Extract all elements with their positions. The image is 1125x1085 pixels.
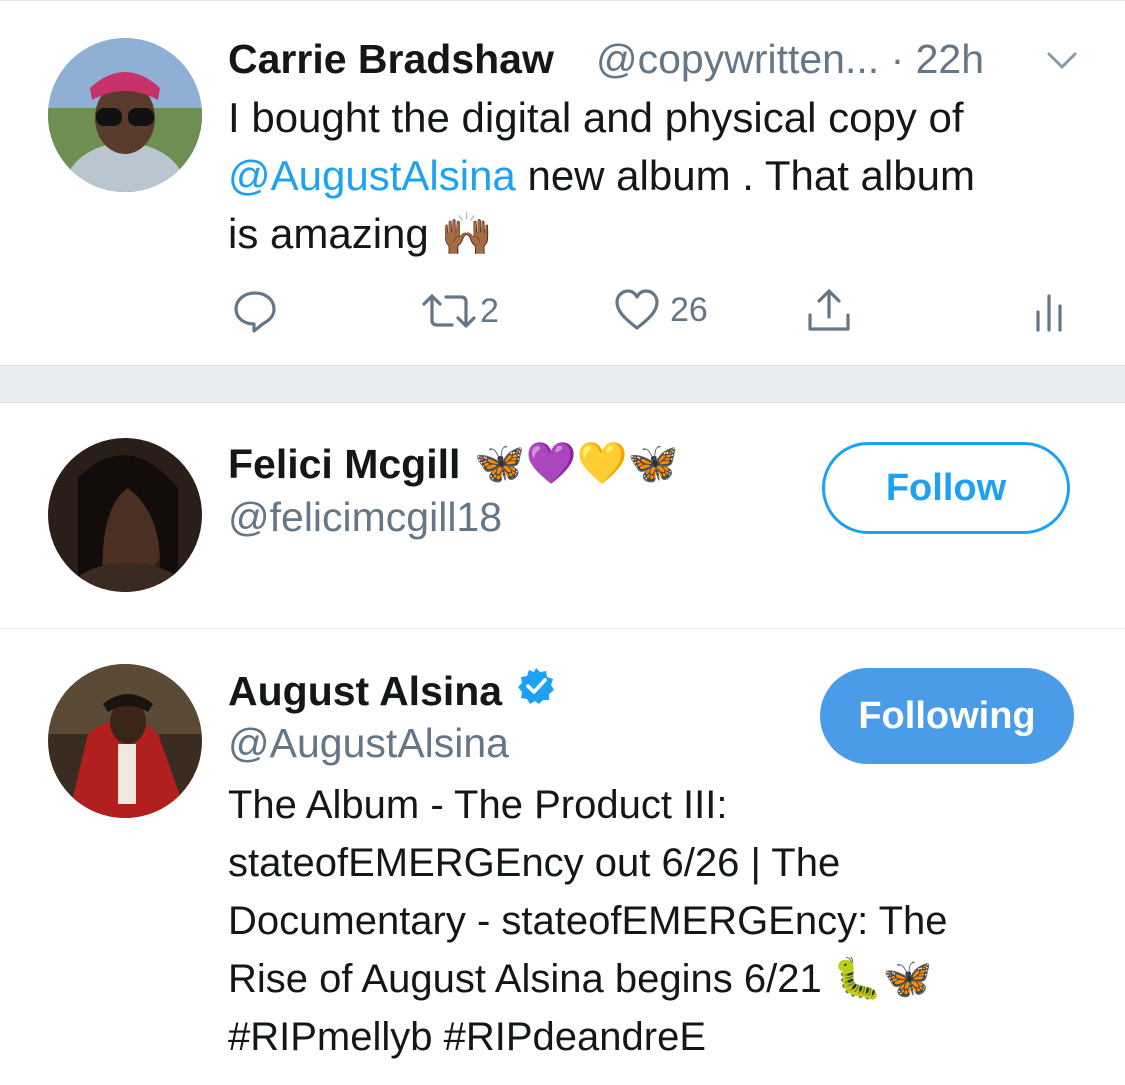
like-count: 26 [670,290,708,329]
bio-line: Documentary - stateofEMERGEncy: The [228,899,948,943]
tweet-text: I bought the digital and physical copy o… [228,89,1088,263]
avatar-image [48,664,202,818]
retweet-count: 2 [480,291,499,330]
tweet-text-line3-text: is amazing [228,210,429,257]
user-handle[interactable]: @felicimcgill18 [228,494,502,541]
retweet-icon [422,294,476,328]
user-name-row: Felici Mcgill 🦋💜💛🦋 [228,440,679,488]
analytics-icon [1036,294,1062,332]
bio-line: stateofEMERGEncy out 6/26 | The [228,841,841,885]
share-icon [808,289,850,331]
user-bio: The Album - The Product III: stateofEMER… [228,776,1108,1066]
verified-icon [516,666,556,716]
tweet-time[interactable]: 22h [916,36,984,82]
avatar[interactable] [48,664,202,818]
user-name[interactable]: Felici Mcgill [228,441,460,488]
tweet-text-line3: is amazing 🙌🏾 [228,205,1088,263]
reply-button[interactable] [232,288,278,334]
section-separator [0,365,1125,403]
tweet-text-line2-rest: new album . That album [515,152,975,199]
user-handle[interactable]: @AugustAlsina [228,720,509,767]
tweet-text-line1: I bought the digital and physical copy o… [228,94,964,141]
bio-line[interactable]: #RIPmellyb #RIPdeandreE [228,1008,1108,1066]
tweet-text-line2: @AugustAlsina new album . That album [228,147,1088,205]
follow-button[interactable]: Follow [822,442,1070,534]
tweet-author-handle[interactable]: @copywritten... [596,36,879,82]
retweet-button[interactable]: 2 [420,290,499,332]
user-name-row: August Alsina [228,666,556,716]
avatar-image [48,438,202,592]
avatar[interactable] [48,38,202,192]
bio-line: Rise of August Alsina begins 6/21 🐛🦋 [228,957,933,1001]
tweet-mention-link[interactable]: @AugustAlsina [228,152,516,199]
bio-line: The Album - The Product III: [228,783,728,827]
tweet-author-name[interactable]: Carrie Bradshaw [228,36,554,83]
top-divider [0,0,1125,1]
share-button[interactable] [806,287,852,333]
reply-icon [234,291,276,333]
like-button[interactable]: 26 [614,288,708,332]
chevron-down-icon[interactable] [1045,46,1079,79]
like-icon [615,289,659,330]
raised-hands-emoji: 🙌🏾 [440,210,493,257]
avatar[interactable] [48,438,202,592]
tweet-separator: · [890,36,905,82]
following-button[interactable]: Following [820,668,1074,764]
row-divider [0,628,1125,629]
user-name[interactable]: August Alsina [228,668,502,715]
analytics-button[interactable] [1034,292,1066,332]
user-name-emojis: 🦋💜💛🦋 [474,440,679,486]
avatar-image [48,38,202,192]
